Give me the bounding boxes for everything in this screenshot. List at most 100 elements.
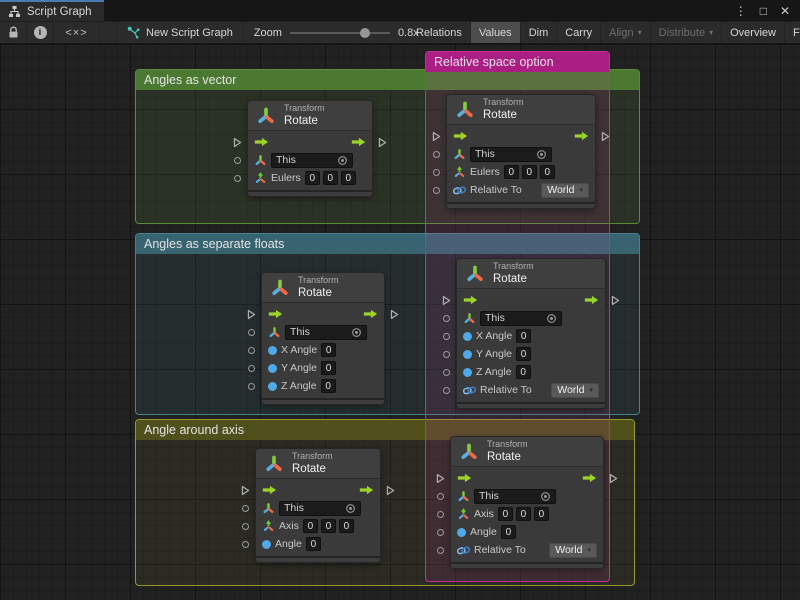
carry-button[interactable]: Carry: [557, 22, 601, 43]
flow-in-arrow-icon[interactable]: [453, 131, 468, 141]
number-field-y[interactable]: 0: [522, 165, 537, 179]
object-picker-icon[interactable]: [546, 313, 557, 324]
object-picker-icon[interactable]: [337, 155, 348, 166]
flow-in-arrow-icon[interactable]: [268, 309, 283, 319]
number-field-x[interactable]: 0: [498, 507, 513, 521]
node-header[interactable]: Transform Rotate: [457, 259, 605, 289]
rotate-node[interactable]: Transform Rotate This: [451, 437, 603, 568]
flow-output-port[interactable]: [390, 309, 399, 320]
flow-out-arrow-icon[interactable]: [363, 309, 378, 319]
object-picker-icon[interactable]: [351, 327, 362, 338]
flow-out-arrow-icon[interactable]: [359, 485, 374, 495]
close-icon[interactable]: ✕: [780, 4, 790, 18]
value-input-port[interactable]: [248, 365, 255, 372]
value-input-port[interactable]: [437, 529, 444, 536]
value-input-port[interactable]: [248, 383, 255, 390]
value-input-port[interactable]: [443, 333, 450, 340]
node-header[interactable]: Transform Rotate: [256, 449, 380, 479]
value-input-port[interactable]: [443, 369, 450, 376]
flow-in-arrow-icon[interactable]: [457, 473, 472, 483]
number-field-y[interactable]: 0: [321, 519, 336, 533]
number-field[interactable]: 0: [516, 347, 531, 361]
node-header[interactable]: Transform Rotate: [248, 101, 372, 131]
value-input-port[interactable]: [443, 315, 450, 322]
number-field-x[interactable]: 0: [305, 171, 320, 185]
this-field[interactable]: This: [271, 153, 353, 168]
flow-output-port[interactable]: [601, 131, 610, 142]
tab-script-graph[interactable]: Script Graph: [0, 0, 104, 21]
flow-input-port[interactable]: [233, 137, 242, 148]
number-field[interactable]: 0: [501, 525, 516, 539]
value-input-port[interactable]: [443, 387, 450, 394]
number-field-z[interactable]: 0: [341, 171, 356, 185]
number-field[interactable]: 0: [516, 365, 531, 379]
object-picker-icon[interactable]: [345, 503, 356, 514]
dim-button[interactable]: Dim: [521, 22, 558, 43]
rotate-node[interactable]: Transform Rotate This: [262, 273, 384, 404]
node-header[interactable]: Transform Rotate: [262, 273, 384, 303]
number-field[interactable]: 0: [321, 379, 336, 393]
menu-icon[interactable]: ⋮: [735, 4, 747, 18]
number-field-x[interactable]: 0: [303, 519, 318, 533]
graph-canvas[interactable]: Angles as vector Angles as separate floa…: [0, 44, 800, 600]
value-input-port[interactable]: [433, 151, 440, 158]
node-header[interactable]: Transform Rotate: [451, 437, 603, 467]
value-input-port[interactable]: [248, 329, 255, 336]
this-field[interactable]: This: [470, 147, 552, 162]
this-field[interactable]: This: [279, 501, 361, 516]
flow-output-port[interactable]: [386, 485, 395, 496]
code-view-button[interactable]: <×>: [54, 22, 100, 43]
value-input-port[interactable]: [443, 351, 450, 358]
number-field-z[interactable]: 0: [534, 507, 549, 521]
relative-to-dropdown[interactable]: World ▾: [541, 183, 589, 198]
overview-button[interactable]: Overview: [722, 22, 785, 43]
relative-to-dropdown[interactable]: World ▾: [551, 383, 599, 398]
object-picker-icon[interactable]: [540, 491, 551, 502]
value-input-port[interactable]: [234, 157, 241, 164]
flow-input-port[interactable]: [442, 295, 451, 306]
flow-input-port[interactable]: [432, 131, 441, 142]
lock-button[interactable]: [0, 22, 27, 43]
flow-in-arrow-icon[interactable]: [262, 485, 277, 495]
number-field[interactable]: 0: [321, 343, 336, 357]
new-script-graph-button[interactable]: New Script Graph: [116, 22, 244, 43]
maximize-icon[interactable]: □: [760, 4, 767, 18]
flow-output-port[interactable]: [378, 137, 387, 148]
rotate-node[interactable]: Transform Rotate This: [447, 95, 595, 208]
value-input-port[interactable]: [437, 511, 444, 518]
align-dropdown[interactable]: Align ▾: [601, 22, 650, 43]
this-field[interactable]: This: [285, 325, 367, 340]
object-picker-icon[interactable]: [536, 149, 547, 160]
flow-out-arrow-icon[interactable]: [351, 137, 366, 147]
flow-in-arrow-icon[interactable]: [254, 137, 269, 147]
flow-out-arrow-icon[interactable]: [574, 131, 589, 141]
value-input-port[interactable]: [242, 523, 249, 530]
group-header[interactable]: Relative space option: [426, 52, 609, 72]
number-field[interactable]: 0: [321, 361, 336, 375]
value-input-port[interactable]: [437, 493, 444, 500]
flow-output-port[interactable]: [611, 295, 620, 306]
number-field-y[interactable]: 0: [323, 171, 338, 185]
number-field-z[interactable]: 0: [540, 165, 555, 179]
number-field[interactable]: 0: [516, 329, 531, 343]
number-field[interactable]: 0: [306, 537, 321, 551]
value-input-port[interactable]: [433, 169, 440, 176]
values-button[interactable]: Values: [471, 22, 521, 43]
value-input-port[interactable]: [234, 175, 241, 182]
value-input-port[interactable]: [437, 547, 444, 554]
relations-button[interactable]: Relations: [408, 22, 471, 43]
rotate-node[interactable]: Transform Rotate This: [256, 449, 380, 562]
zoom-slider[interactable]: [290, 32, 390, 34]
flow-out-arrow-icon[interactable]: [582, 473, 597, 483]
flow-out-arrow-icon[interactable]: [584, 295, 599, 305]
distribute-dropdown[interactable]: Distribute ▾: [651, 22, 722, 43]
value-input-port[interactable]: [433, 187, 440, 194]
zoom-slider-handle[interactable]: [360, 28, 370, 38]
number-field-x[interactable]: 0: [504, 165, 519, 179]
flow-input-port[interactable]: [241, 485, 250, 496]
number-field-y[interactable]: 0: [516, 507, 531, 521]
this-field[interactable]: This: [474, 489, 556, 504]
flow-in-arrow-icon[interactable]: [463, 295, 478, 305]
fullscreen-button[interactable]: Full S: [785, 22, 800, 43]
node-header[interactable]: Transform Rotate: [447, 95, 595, 125]
